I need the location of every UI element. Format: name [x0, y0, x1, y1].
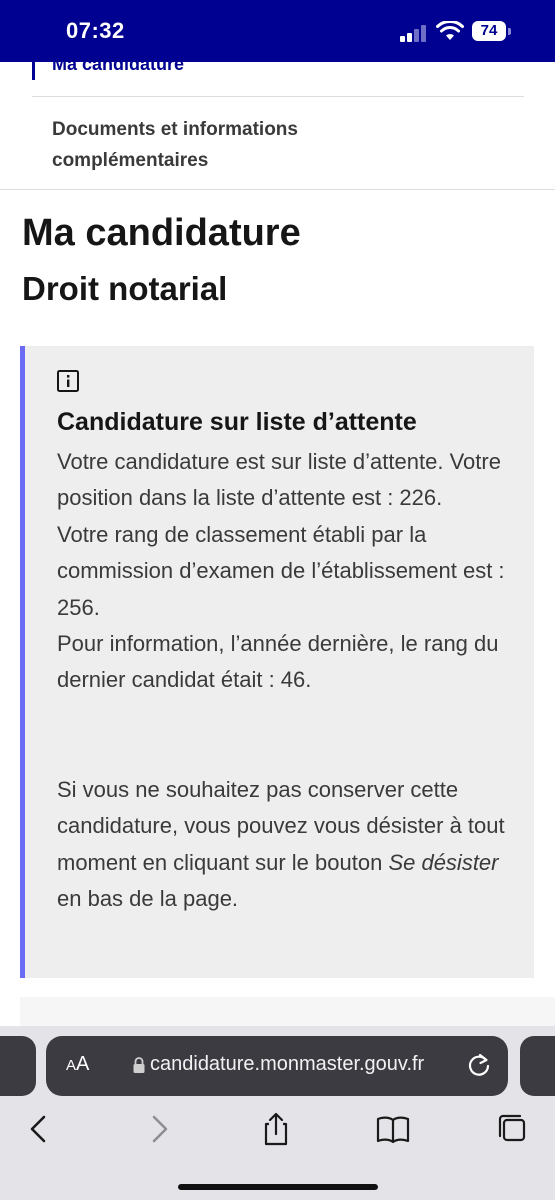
status-time: 07:32: [66, 18, 125, 43]
url-text: candidature.monmaster.gouv.fr: [150, 1053, 425, 1075]
aa-small-letter: A: [66, 1057, 77, 1074]
page-title: Ma candidature: [22, 212, 301, 254]
sidemenu-item-documents[interactable]: Documents et informations complémentaire…: [52, 114, 372, 176]
home-indicator[interactable]: [178, 1184, 378, 1190]
ranking-text: Votre rang de classement établi par la c…: [57, 521, 505, 620]
back-icon[interactable]: [22, 1112, 58, 1146]
waitlist-position-text: Votre candidature est sur liste d’attent…: [57, 449, 501, 511]
address-bar[interactable]: AA candidature.monmaster.gouv.fr: [46, 1036, 508, 1096]
status-bar: 07:32 74: [0, 0, 555, 62]
bookmarks-icon[interactable]: [375, 1112, 411, 1146]
active-indicator: [32, 62, 35, 80]
previous-tab-preview[interactable]: [0, 1036, 36, 1096]
reader-settings-button[interactable]: AA: [66, 1053, 89, 1076]
info-icon: [57, 370, 79, 392]
forward-icon[interactable]: [140, 1112, 176, 1146]
withdraw-text-after: en bas de la page.: [57, 886, 239, 912]
withdraw-info-text: Si vous ne souhaitez pas conserver cette…: [57, 772, 507, 918]
battery-level: 74: [480, 22, 498, 39]
withdraw-button-reference: Se désister: [388, 849, 499, 875]
page-subtitle: Droit notarial: [22, 270, 228, 307]
wifi-icon: [436, 21, 464, 40]
reload-icon[interactable]: [466, 1052, 492, 1078]
tabs-icon[interactable]: [494, 1112, 530, 1146]
cellular-signal-icon: [400, 24, 430, 42]
lock-icon: [133, 1057, 145, 1073]
callout-title: Candidature sur liste d’attente: [57, 408, 417, 436]
waitlist-callout: Candidature sur liste d’attente Votre ca…: [20, 346, 534, 978]
share-icon[interactable]: [258, 1112, 294, 1146]
sidemenu-item-ma-candidature[interactable]: Ma candidature: [32, 54, 524, 97]
next-tab-preview[interactable]: [520, 1036, 555, 1096]
battery-tip: [508, 28, 511, 35]
aa-big-letter: A: [76, 1053, 90, 1075]
callout-body: Votre candidature est sur liste d’attent…: [57, 444, 507, 917]
divider: [0, 189, 555, 190]
last-year-rank-text: Pour information, l’année dernière, le r…: [57, 631, 499, 693]
battery-icon: 74: [472, 21, 506, 41]
sidemenu-item-label: Ma candidature: [52, 54, 185, 74]
